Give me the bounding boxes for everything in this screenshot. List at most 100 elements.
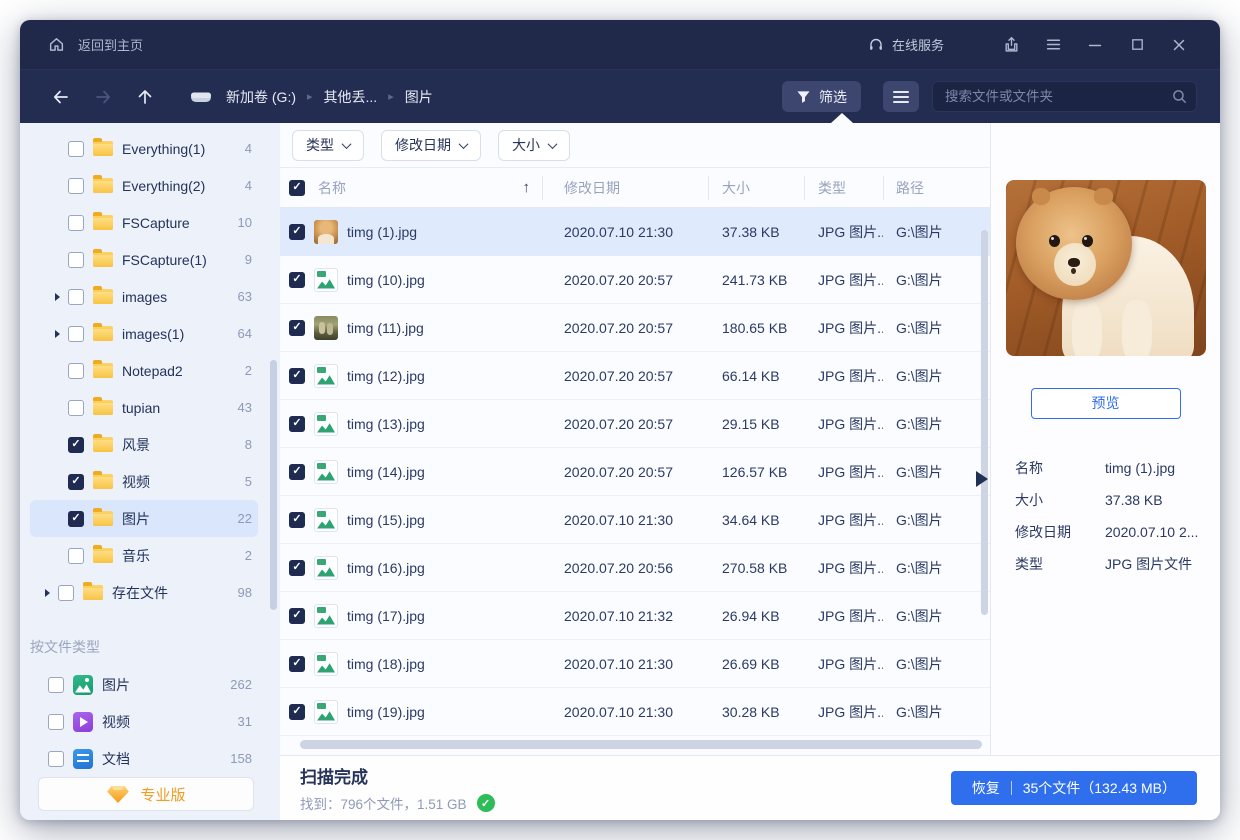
sidebar-folder-item[interactable]: images(1)64 — [20, 315, 280, 352]
vertical-scrollbar[interactable] — [981, 230, 988, 615]
expand-arrow-icon[interactable] — [55, 293, 68, 301]
table-row[interactable]: timg (15).jpg2020.07.10 21:3034.64 KBJPG… — [280, 496, 990, 544]
row-checkbox[interactable] — [289, 272, 305, 288]
sidebar-folder-item[interactable]: Everything(1)4 — [20, 130, 280, 167]
header-size-cell[interactable]: 大小 — [708, 168, 804, 207]
row-checkbox[interactable] — [289, 368, 305, 384]
type-checkbox[interactable] — [48, 714, 64, 730]
expand-arrow-icon[interactable] — [45, 589, 58, 597]
file-date-cell: 2020.07.10 21:30 — [542, 688, 708, 735]
type-checkbox[interactable] — [48, 751, 64, 767]
header-type-cell[interactable]: 类型 — [804, 168, 883, 207]
row-checkbox[interactable] — [289, 560, 305, 576]
table-row[interactable]: timg (1).jpg2020.07.10 21:3037.38 KBJPG … — [280, 208, 990, 256]
file-name: timg (17).jpg — [347, 608, 425, 624]
folder-checkbox[interactable] — [68, 437, 84, 453]
table-row[interactable]: timg (10).jpg2020.07.20 20:57241.73 KBJP… — [280, 256, 990, 304]
table-row[interactable]: timg (17).jpg2020.07.10 21:3226.94 KBJPG… — [280, 592, 990, 640]
pro-version-button[interactable]: 专业版 — [38, 777, 254, 811]
breadcrumb-item[interactable]: 图片 — [401, 87, 437, 107]
row-checkbox[interactable] — [289, 512, 305, 528]
table-row[interactable]: timg (19).jpg2020.07.10 21:3030.28 KBJPG… — [280, 688, 990, 736]
menu-icon[interactable] — [1038, 30, 1068, 60]
header-path-cell[interactable]: 路径 — [883, 168, 990, 207]
type-checkbox[interactable] — [48, 677, 64, 693]
row-checkbox[interactable] — [289, 704, 305, 720]
filter-chip[interactable]: 大小 — [498, 130, 570, 161]
file-path-cell: G:\图片 — [883, 208, 990, 255]
folder-checkbox[interactable] — [68, 141, 84, 157]
select-all-checkbox[interactable] — [289, 180, 305, 196]
sidebar-type-item[interactable]: 文档158 — [20, 740, 280, 777]
expand-arrow-icon[interactable] — [55, 330, 68, 338]
folder-checkbox[interactable] — [68, 474, 84, 490]
sidebar-type-item[interactable]: 视频31 — [20, 703, 280, 740]
header-name-cell[interactable]: 名称 — [280, 168, 542, 207]
minimize-icon[interactable] — [1080, 30, 1110, 60]
folder-count: 5 — [245, 474, 252, 489]
folder-checkbox[interactable] — [68, 363, 84, 379]
breadcrumb-item[interactable]: 其他丢... — [320, 87, 382, 107]
row-checkbox[interactable] — [289, 320, 305, 336]
folder-checkbox[interactable] — [58, 585, 74, 601]
folder-checkbox[interactable] — [68, 511, 84, 527]
up-arrow-icon[interactable] — [132, 84, 158, 110]
preview-image[interactable] — [1006, 180, 1206, 356]
sidebar-folder-item[interactable]: Notepad22 — [20, 352, 280, 389]
close-icon[interactable] — [1164, 30, 1194, 60]
horizontal-scrollbar[interactable] — [300, 740, 982, 749]
view-options-button[interactable] — [883, 81, 919, 112]
table-row[interactable]: timg (12).jpg2020.07.20 20:5766.14 KBJPG… — [280, 352, 990, 400]
row-checkbox[interactable] — [289, 224, 305, 240]
share-icon[interactable] — [996, 30, 1026, 60]
header-date-cell[interactable]: 修改日期 — [542, 168, 708, 207]
folder-count: 8 — [245, 437, 252, 452]
file-type-cell: JPG 图片... — [804, 304, 883, 351]
folder-checkbox[interactable] — [68, 252, 84, 268]
recover-button[interactable]: 恢复 35个文件（132.43 MB） — [951, 771, 1197, 805]
sidebar-type-item[interactable]: 图片262 — [20, 666, 280, 703]
folder-checkbox[interactable] — [68, 548, 84, 564]
sidebar-folder-item[interactable]: 音乐2 — [20, 537, 280, 574]
folder-checkbox[interactable] — [68, 289, 84, 305]
sidebar-folder-item[interactable]: 视频5 — [20, 463, 280, 500]
breadcrumb-item[interactable]: 新加卷 (G:) — [222, 87, 300, 107]
filter-chip[interactable]: 类型 — [292, 130, 364, 161]
sidebar-folder-item[interactable]: images63 — [20, 278, 280, 315]
table-row[interactable]: timg (14).jpg2020.07.20 20:57126.57 KBJP… — [280, 448, 990, 496]
back-to-home-button[interactable]: 返回到主页 — [48, 35, 143, 54]
back-arrow-icon[interactable] — [48, 84, 74, 110]
maximize-icon[interactable] — [1122, 30, 1152, 60]
table-row[interactable]: timg (13).jpg2020.07.20 20:5729.15 KBJPG… — [280, 400, 990, 448]
row-checkbox[interactable] — [289, 416, 305, 432]
file-path-cell: G:\图片 — [883, 304, 990, 351]
folder-checkbox[interactable] — [68, 215, 84, 231]
sidebar-folder-item[interactable]: 图片22 — [30, 500, 258, 537]
row-checkbox[interactable] — [289, 464, 305, 480]
row-checkbox[interactable] — [289, 608, 305, 624]
sidebar-folder-item[interactable]: 风景8 — [20, 426, 280, 463]
folder-checkbox[interactable] — [68, 400, 84, 416]
sidebar-folder-item[interactable]: 存在文件98 — [20, 574, 280, 611]
sidebar-scrollbar[interactable] — [270, 360, 277, 610]
search-input[interactable] — [932, 81, 1197, 112]
folder-count: 10 — [238, 215, 252, 230]
table-row[interactable]: timg (11).jpg2020.07.20 20:57180.65 KBJP… — [280, 304, 990, 352]
search-icon[interactable] — [1171, 88, 1188, 110]
preview-button[interactable]: 预览 — [1031, 388, 1181, 419]
sidebar-folder-item[interactable]: FSCapture10 — [20, 204, 280, 241]
folder-checkbox[interactable] — [68, 178, 84, 194]
sort-ascending-icon[interactable] — [523, 179, 531, 196]
collapse-panel-icon[interactable] — [976, 471, 988, 487]
filter-button[interactable]: 筛选 — [782, 81, 861, 112]
table-row[interactable]: timg (16).jpg2020.07.20 20:56270.58 KBJP… — [280, 544, 990, 592]
sidebar-folder-item[interactable]: FSCapture(1)9 — [20, 241, 280, 278]
forward-arrow-icon[interactable] — [90, 84, 116, 110]
sidebar-folder-item[interactable]: tupian43 — [20, 389, 280, 426]
table-row[interactable]: timg (18).jpg2020.07.10 21:3026.69 KBJPG… — [280, 640, 990, 688]
row-checkbox[interactable] — [289, 656, 305, 672]
online-service-button[interactable]: 在线服务 — [868, 35, 944, 54]
folder-checkbox[interactable] — [68, 326, 84, 342]
sidebar-folder-item[interactable]: Everything(2)4 — [20, 167, 280, 204]
filter-chip[interactable]: 修改日期 — [381, 130, 481, 161]
